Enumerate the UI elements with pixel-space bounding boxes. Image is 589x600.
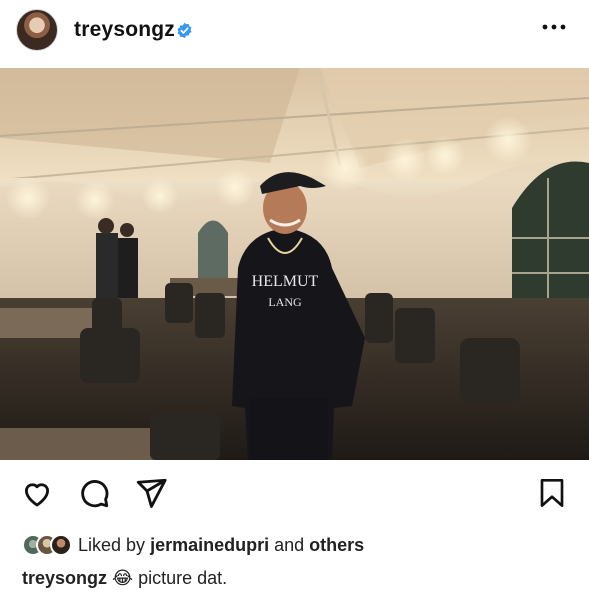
post-action-bar — [0, 476, 589, 516]
caption-username[interactable]: treysongz — [22, 568, 107, 588]
more-options-icon[interactable] — [541, 18, 567, 36]
likes-text: Liked by jermainedupri and others — [78, 535, 364, 556]
photo-illustration: HELMUT LANG — [0, 68, 589, 460]
likes-joiner: and — [274, 534, 305, 555]
caption-text: picture dat. — [138, 568, 228, 588]
profile-avatar[interactable] — [16, 9, 58, 51]
verified-badge-icon — [177, 22, 192, 39]
liker-avatar — [50, 534, 72, 556]
heart-icon[interactable] — [20, 476, 54, 510]
post-caption: treysongz 😂 picture dat. — [22, 568, 227, 589]
bookmark-icon[interactable] — [536, 476, 568, 510]
liked-by-username[interactable]: jermainedupri — [150, 535, 269, 555]
svg-text:HELMUT: HELMUT — [252, 273, 319, 290]
send-icon[interactable] — [134, 476, 168, 510]
comment-icon[interactable] — [77, 476, 111, 510]
post-photo[interactable]: HELMUT LANG — [0, 68, 589, 460]
likes-others-link[interactable]: others — [309, 535, 364, 555]
svg-text:LANG: LANG — [268, 295, 302, 309]
post-header: treysongz — [0, 0, 589, 62]
likes-prefix: Liked by — [78, 534, 146, 555]
caption-emoji: 😂 — [112, 568, 134, 588]
post-username[interactable]: treysongz — [74, 18, 175, 42]
likes-row[interactable]: Liked by jermainedupri and others — [22, 533, 364, 557]
